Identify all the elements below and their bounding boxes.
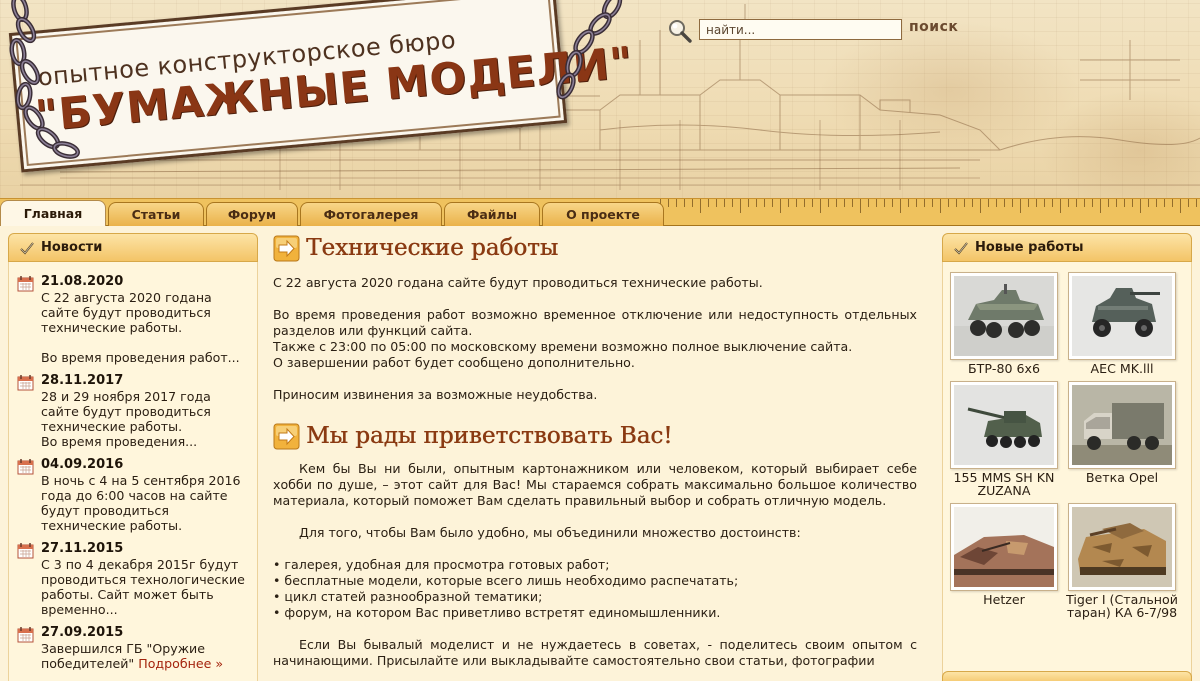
news-item[interactable]: 04.09.2016 В ночь с 4 на 5 сентября 2016… bbox=[17, 457, 253, 533]
article-paragraph: Для того, чтобы Вам было удобно, мы объе… bbox=[299, 525, 801, 540]
list-item: • форум, на котором Вас приветливо встре… bbox=[273, 605, 721, 620]
news-date: 21.08.2020 bbox=[41, 274, 124, 289]
site-header: опытное конструкторское бюро "БУМАЖНЫЕ М… bbox=[0, 0, 1200, 200]
list-item: • бесплатные модели, которые всего лишь … bbox=[273, 573, 739, 588]
news-item[interactable]: 28.11.2017 28 и 29 ноября 2017 года сайт… bbox=[17, 373, 253, 449]
list-item: • цикл статей разнообразной тематики; bbox=[273, 589, 543, 604]
new-works-header: Новые работы bbox=[942, 233, 1192, 262]
features-list: • галерея, удобная для просмотра готовых… bbox=[273, 557, 917, 621]
work-caption[interactable]: БТР-80 6x6 bbox=[945, 362, 1063, 375]
news-text: 28 и 29 ноября 2017 года сайте будут про… bbox=[41, 389, 211, 449]
news-item[interactable]: 27.11.2015 С 3 по 4 декабря 2015г будут … bbox=[17, 541, 253, 617]
calendar-icon bbox=[17, 543, 34, 559]
article-header: Технические работы bbox=[273, 233, 917, 263]
article-paragraph: Если Вы бывалый моделист и не нуждаетесь… bbox=[273, 637, 917, 668]
search-input[interactable] bbox=[699, 19, 902, 40]
armored-car-photo[interactable] bbox=[950, 272, 1058, 360]
news-item[interactable]: 21.08.2020 С 22 августа 2020 годана сайт… bbox=[17, 274, 253, 365]
next-panel-header bbox=[942, 671, 1192, 681]
news-panel-title: Новости bbox=[41, 240, 103, 255]
calendar-icon bbox=[17, 276, 34, 292]
work-item[interactable]: Tiger I (Стальной таран) КА 6-7/98 bbox=[1063, 503, 1181, 619]
search-button[interactable]: поиск bbox=[909, 19, 958, 35]
calendar-icon bbox=[17, 375, 34, 391]
news-item[interactable]: 27.09.2015 Завершился ГБ "Оружие победит… bbox=[17, 625, 253, 671]
news-date: 27.09.2015 bbox=[41, 625, 124, 640]
main-navigation: Главная Статьи Форум Фотогалерея Файлы О… bbox=[0, 200, 666, 226]
work-item[interactable]: Hetzer bbox=[945, 503, 1063, 619]
article-paragraph: Приносим извинения за возможные неудобст… bbox=[273, 387, 598, 402]
arrow-right-icon bbox=[273, 235, 300, 261]
article-paragraph: С 22 августа 2020 годана сайте будут про… bbox=[273, 275, 763, 290]
work-item[interactable]: Ветка Opel bbox=[1063, 381, 1181, 497]
article-paragraph: Кем бы Вы ни были, опытным картонажником… bbox=[273, 461, 917, 508]
news-text: В ночь с 4 на 5 сентября 2016 года до 6:… bbox=[41, 473, 241, 533]
article-header: Мы рады приветствовать Вас! bbox=[273, 421, 917, 451]
tank-photo[interactable] bbox=[1068, 503, 1176, 591]
work-caption[interactable]: Tiger I (Стальной таран) КА 6-7/98 bbox=[1063, 593, 1181, 619]
news-panel-header: Новости bbox=[8, 233, 258, 262]
news-list: 21.08.2020 С 22 августа 2020 годана сайт… bbox=[8, 262, 258, 681]
truck-photo[interactable] bbox=[1068, 381, 1176, 469]
news-date: 04.09.2016 bbox=[41, 457, 124, 472]
read-more-link[interactable]: Подробнее » bbox=[138, 656, 223, 671]
tab-articles[interactable]: Статьи bbox=[108, 202, 204, 226]
new-works-title: Новые работы bbox=[975, 240, 1084, 255]
work-caption[interactable]: Ветка Opel bbox=[1063, 471, 1181, 484]
arrow-right-icon bbox=[273, 423, 300, 449]
tab-forum[interactable]: Форум bbox=[206, 202, 298, 226]
article-title[interactable]: Технические работы bbox=[306, 235, 558, 261]
news-panel: Новости 21.08.2020 С 22 августа 2020 год… bbox=[8, 233, 258, 681]
tab-home[interactable]: Главная bbox=[0, 200, 106, 226]
news-date: 28.11.2017 bbox=[41, 373, 124, 388]
checkmark-icon bbox=[20, 241, 34, 254]
main-content: Технические работы С 22 августа 2020 год… bbox=[273, 233, 917, 669]
work-caption[interactable]: 155 MMS SH KN ZUZANA bbox=[945, 471, 1063, 497]
work-item[interactable]: БТР-80 6x6 bbox=[945, 272, 1063, 375]
work-item[interactable]: 155 MMS SH KN ZUZANA bbox=[945, 381, 1063, 497]
tab-files[interactable]: Файлы bbox=[444, 202, 540, 226]
work-caption[interactable]: AEC MK.lll bbox=[1063, 362, 1181, 375]
ruler-ticks bbox=[660, 199, 1200, 225]
search-icon[interactable] bbox=[667, 18, 693, 44]
article-title[interactable]: Мы рады приветствовать Вас! bbox=[306, 423, 672, 449]
news-text: Завершился ГБ "Оружие победителей" Подро… bbox=[41, 641, 253, 671]
news-date: 27.11.2015 bbox=[41, 541, 124, 556]
calendar-icon bbox=[17, 627, 34, 643]
news-text: С 22 августа 2020 годана сайте будут про… bbox=[41, 290, 240, 365]
howitzer-photo[interactable] bbox=[950, 381, 1058, 469]
news-text: С 3 по 4 декабря 2015г будут проводиться… bbox=[41, 557, 245, 617]
checkmark-icon bbox=[954, 241, 968, 254]
tank-destroyer-photo[interactable] bbox=[950, 503, 1058, 591]
work-caption[interactable]: Hetzer bbox=[945, 593, 1063, 606]
new-works-panel: Новые работы БТР-80 6x6 AEC MK.lll 155 M… bbox=[942, 233, 1192, 681]
tab-about[interactable]: О проекте bbox=[542, 202, 664, 226]
armored-car-photo[interactable] bbox=[1068, 272, 1176, 360]
article-paragraph: Во время проведения работ возможно време… bbox=[273, 307, 917, 370]
work-item[interactable]: AEC MK.lll bbox=[1063, 272, 1181, 375]
list-item: • галерея, удобная для просмотра готовых… bbox=[273, 557, 610, 572]
new-works-gallery: БТР-80 6x6 AEC MK.lll 155 MMS SH KN ZUZA… bbox=[942, 262, 1192, 681]
calendar-icon bbox=[17, 459, 34, 475]
tab-gallery[interactable]: Фотогалерея bbox=[300, 202, 442, 226]
